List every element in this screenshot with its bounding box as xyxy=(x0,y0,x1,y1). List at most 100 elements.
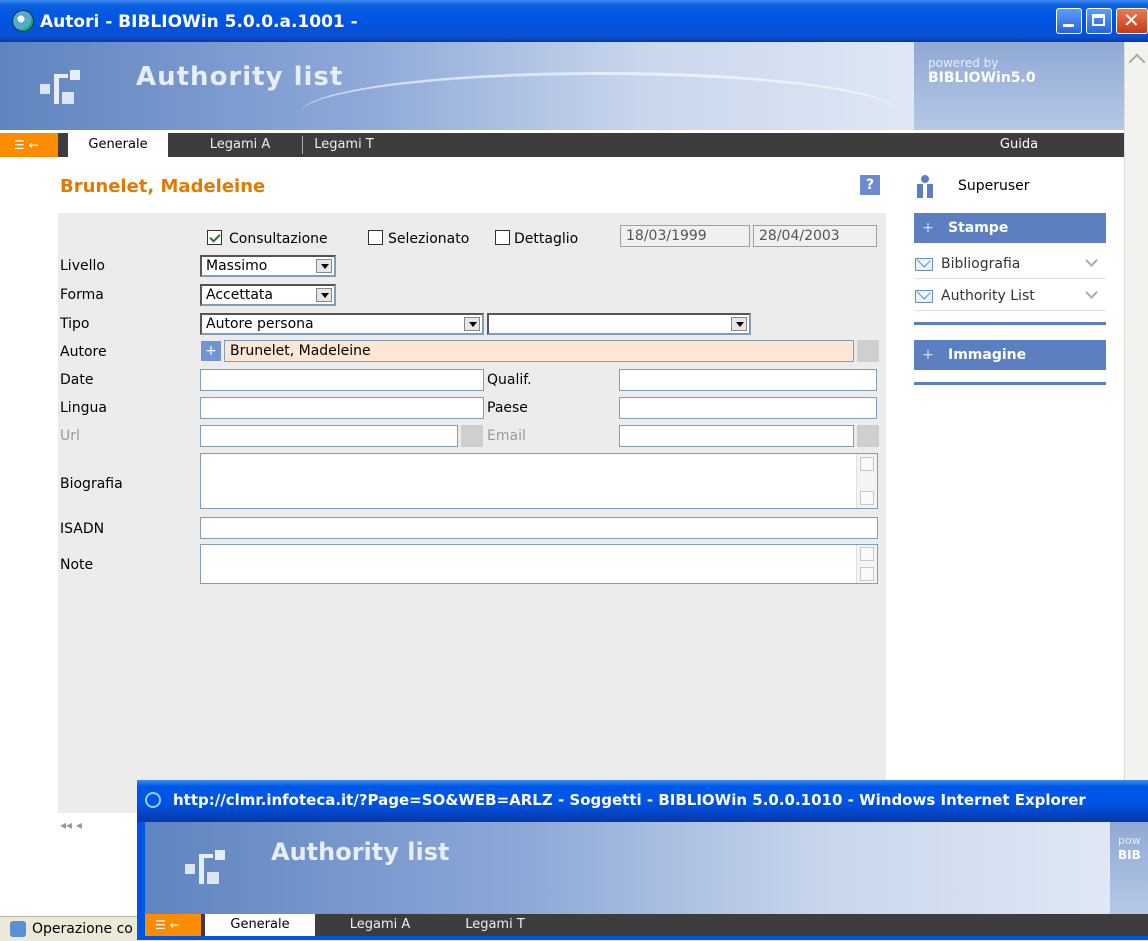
date-field[interactable] xyxy=(200,369,484,391)
autore-add-button[interactable]: + xyxy=(201,341,221,361)
tipo-secondary-select[interactable] xyxy=(487,313,751,335)
tab-divider xyxy=(302,136,303,154)
sidebar-item-authority-list[interactable]: Authority List xyxy=(914,282,1106,311)
form-panel: Consultazione Selezionato Dettaglio 18/0… xyxy=(58,213,886,813)
consultazione-label: Consultazione xyxy=(229,231,328,247)
product-name: BIB xyxy=(1118,848,1141,862)
maximize-button[interactable] xyxy=(1086,8,1112,34)
expand-stampe-icon[interactable]: + xyxy=(914,213,942,243)
dettaglio-label: Dettaglio xyxy=(514,231,579,247)
stampe-panel-header[interactable]: + Stampe xyxy=(914,213,1106,243)
autore-lookup-button[interactable] xyxy=(857,340,879,362)
close-icon: ✕ xyxy=(1123,8,1140,32)
biografia-scrollbar[interactable] xyxy=(856,454,877,508)
date-modified-field: 28/04/2003 xyxy=(753,225,877,247)
lingua-label: Lingua xyxy=(60,400,107,416)
close-button[interactable]: ✕ xyxy=(1116,8,1148,34)
biografia-label: Biografia xyxy=(60,476,123,492)
scroll-down-icon[interactable] xyxy=(860,491,874,505)
chevron-down-icon[interactable] xyxy=(316,288,332,302)
book-graphic xyxy=(300,72,900,130)
tab-legami-t[interactable]: Legami T xyxy=(304,133,384,157)
powered-by-label: pow xyxy=(1118,834,1141,847)
tab-legami-t[interactable]: Legami T xyxy=(445,914,545,936)
expand-immagine-icon[interactable]: + xyxy=(914,340,942,370)
sidebar-item-bibliografia[interactable]: Bibliografia xyxy=(914,250,1106,279)
record-heading: Brunelet, Madeleine xyxy=(60,176,266,197)
menu-toggle-button[interactable]: ☰ ← xyxy=(145,914,201,936)
help-button[interactable]: ? xyxy=(860,175,880,195)
email-field[interactable] xyxy=(619,425,854,447)
url-open-button[interactable] xyxy=(461,425,483,447)
second-window-banner: Authority list xyxy=(145,822,1110,914)
dettaglio-checkbox[interactable] xyxy=(495,230,510,245)
second-powered-by-box: pow BIB xyxy=(1110,822,1148,914)
chevron-down-icon[interactable] xyxy=(1085,254,1098,267)
tab-generale[interactable]: Generale xyxy=(205,914,315,936)
chevron-down-icon[interactable] xyxy=(731,317,747,331)
chevron-down-icon[interactable] xyxy=(1085,286,1098,299)
immagine-title: Immagine xyxy=(948,347,1027,363)
second-window-title-bar: http://clmr.infoteca.it/?Page=SO&WEB=ARL… xyxy=(137,780,1148,822)
isadn-field[interactable] xyxy=(200,517,878,539)
immagine-panel-header[interactable]: + Immagine xyxy=(914,340,1106,370)
tab-legami-a[interactable]: Legami A xyxy=(180,133,300,157)
livello-select[interactable]: Massimo xyxy=(200,255,336,277)
maximize-icon xyxy=(1092,14,1105,26)
tab-guida[interactable]: Guida xyxy=(914,133,1124,157)
date-label: Date xyxy=(60,372,94,388)
qualif-field[interactable] xyxy=(619,369,877,391)
livello-value: Massimo xyxy=(206,258,268,274)
window-title: Autori - BIBLIOWin 5.0.0.a.1001 - xyxy=(40,12,358,32)
selezionato-checkbox[interactable] xyxy=(368,230,383,245)
second-window-title: http://clmr.infoteca.it/?Page=SO&WEB=ARL… xyxy=(173,791,1086,809)
menu-toggle-button[interactable]: ☰ ← xyxy=(0,133,58,157)
url-field[interactable] xyxy=(200,425,458,447)
envelope-icon xyxy=(915,290,933,303)
email-label: Email xyxy=(487,428,526,444)
scroll-up-icon[interactable] xyxy=(1128,53,1146,71)
tab-generale[interactable]: Generale xyxy=(68,133,168,157)
scroll-down-icon[interactable] xyxy=(860,567,874,581)
browser-status-icon xyxy=(10,921,26,937)
authority-logo-icon xyxy=(40,70,80,104)
isadn-label: ISADN xyxy=(60,521,105,537)
minimize-button[interactable] xyxy=(1056,8,1082,34)
paese-field[interactable] xyxy=(619,397,877,419)
chevron-down-icon[interactable] xyxy=(464,317,480,331)
paese-label: Paese xyxy=(487,400,528,416)
browser-icon xyxy=(145,792,161,808)
sidebar-item-label: Authority List xyxy=(941,288,1035,304)
note-scrollbar[interactable] xyxy=(856,545,877,583)
authority-logo-icon xyxy=(185,850,225,884)
browser-icon xyxy=(12,10,34,32)
tipo-select[interactable]: Autore persona xyxy=(200,313,484,335)
lingua-field[interactable] xyxy=(200,397,484,419)
scroll-up-icon[interactable] xyxy=(860,547,874,561)
biografia-textarea[interactable] xyxy=(200,453,878,509)
second-browser-window[interactable]: http://clmr.infoteca.it/?Page=SO&WEB=ARL… xyxy=(137,780,1148,940)
product-name: BIBLIOWin5.0 xyxy=(928,70,1036,86)
banner-title: Authority list xyxy=(136,62,344,92)
section-divider xyxy=(914,382,1106,385)
autore-field[interactable]: Brunelet, Madeleine xyxy=(224,340,854,362)
email-send-button[interactable] xyxy=(857,425,879,447)
stampe-title: Stampe xyxy=(948,220,1009,236)
pager-controls[interactable]: ◂◂ ◂ xyxy=(60,818,82,832)
envelope-icon xyxy=(915,258,933,271)
tipo-label: Tipo xyxy=(60,316,90,332)
forma-select[interactable]: Accettata xyxy=(200,284,336,306)
selezionato-label: Selezionato xyxy=(388,231,470,247)
livello-label: Livello xyxy=(60,258,105,274)
consultazione-checkbox[interactable] xyxy=(207,230,222,245)
note-textarea[interactable] xyxy=(200,544,878,584)
powered-by-box: powered by BIBLIOWin5.0 xyxy=(914,42,1124,130)
powered-by-label: powered by xyxy=(928,56,999,70)
tab-legami-a[interactable]: Legami A xyxy=(325,914,435,936)
second-tab-bar: ☰ ← Generale Legami A Legami T xyxy=(145,914,1148,936)
date-created-field: 18/03/1999 xyxy=(620,225,750,247)
forma-label: Forma xyxy=(60,287,104,303)
chevron-down-icon[interactable] xyxy=(316,259,332,273)
sidebar-item-label: Bibliografia xyxy=(941,256,1021,272)
scroll-up-icon[interactable] xyxy=(860,457,874,471)
